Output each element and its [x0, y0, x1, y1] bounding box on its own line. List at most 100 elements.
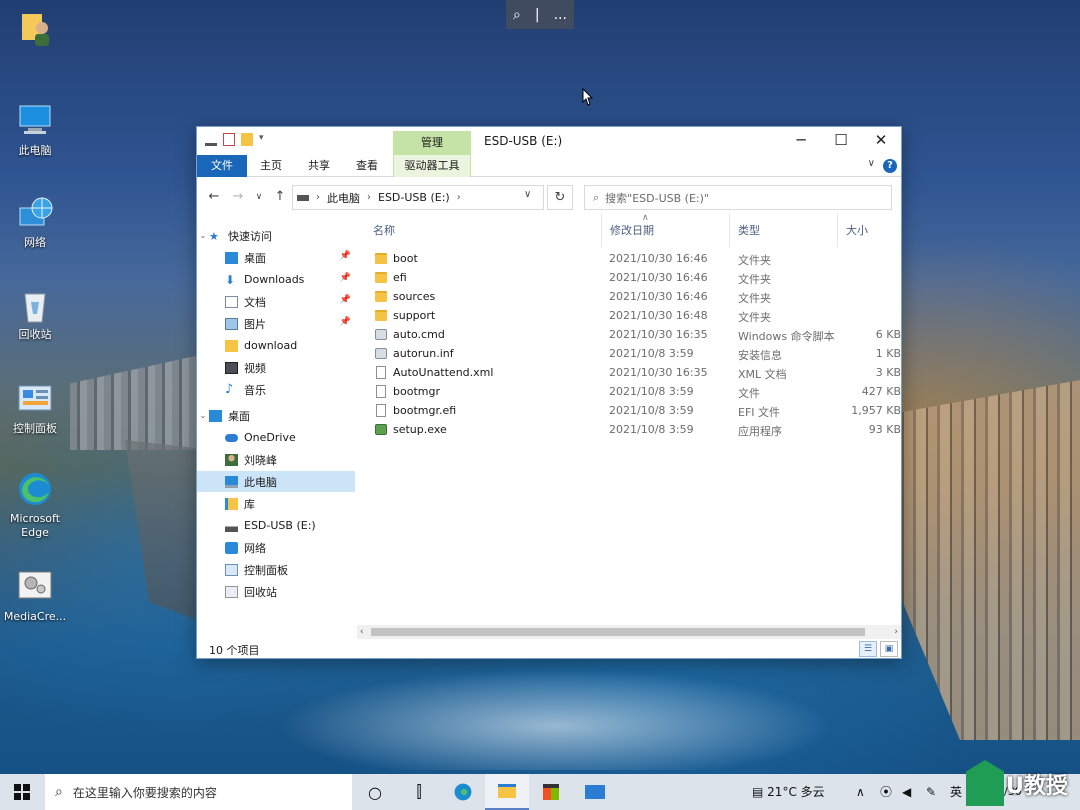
nav-label: 回收站	[244, 585, 277, 599]
nav-label: 桌面	[244, 251, 266, 265]
nav-item-user[interactable]: 刘晓峰	[197, 449, 355, 470]
expand-chevron-icon[interactable]: ⌄	[197, 411, 209, 420]
show-hidden-icons-button[interactable]: ∧	[856, 774, 865, 810]
file-type: XML 文档	[738, 368, 787, 381]
start-button[interactable]	[0, 774, 44, 810]
expand-chevron-icon[interactable]: ⌄	[197, 231, 209, 240]
table-row[interactable]: autorun.inf 2021/10/8 3:59 安装信息 1 KB	[357, 345, 901, 364]
weather-icon: ▤	[752, 785, 764, 799]
scroll-right-icon[interactable]: ›	[894, 625, 898, 639]
desktop-icon-this-pc[interactable]: 此电脑	[0, 102, 70, 158]
desktop-icon-label: Microsoft Edge	[9, 512, 61, 539]
table-row[interactable]: auto.cmd 2021/10/30 16:35 Windows 命令脚本 6 KB	[357, 326, 901, 345]
volume-icon[interactable]: ◀	[902, 774, 911, 810]
tab-share[interactable]: 共享	[301, 155, 337, 177]
star-icon: ★	[209, 229, 219, 243]
nav-item-recycle-bin[interactable]: 回收站	[197, 581, 355, 602]
table-row[interactable]: sources 2021/10/30 16:46 文件夹	[357, 288, 901, 307]
table-row[interactable]: bootmgr 2021/10/8 3:59 文件 427 KB	[357, 383, 901, 402]
tab-file[interactable]: 文件	[197, 155, 247, 177]
column-header-size[interactable]: 大小	[837, 213, 901, 247]
table-row[interactable]: bootmgr.efi 2021/10/8 3:59 EFI 文件 1,957 KB	[357, 402, 901, 421]
column-header-name[interactable]: 名称	[365, 213, 601, 247]
file-modified-date: 2021/10/30 16:46	[609, 252, 708, 265]
nav-item-videos[interactable]: 视频	[197, 357, 355, 378]
taskbar-search-box[interactable]: ⌕ 在这里输入你要搜索的内容	[45, 774, 352, 810]
table-row[interactable]: support 2021/10/30 16:48 文件夹	[357, 307, 901, 326]
nav-item-desktop[interactable]: 桌面 📌	[197, 247, 355, 268]
column-header-type[interactable]: 类型	[729, 213, 837, 247]
address-dropdown-icon[interactable]: ∨	[524, 189, 531, 200]
taskbar-store-button[interactable]	[529, 774, 573, 810]
details-view-button[interactable]: ☰	[859, 641, 877, 657]
nav-item-control-panel[interactable]: 控制面板	[197, 559, 355, 580]
drive-icon[interactable]	[205, 137, 217, 146]
back-button[interactable]: ←	[205, 188, 223, 206]
manage-contextual-tab-header[interactable]: 管理	[393, 131, 471, 155]
nav-item-desktop-root[interactable]: ⌄ 桌面	[197, 405, 355, 426]
breadcrumb-esd-usb[interactable]: ESD-USB (E:)	[378, 191, 450, 204]
zoom-icon[interactable]: ⌕	[513, 7, 521, 23]
address-bar[interactable]: › 此电脑 › ESD-USB (E:) ›	[292, 185, 544, 210]
more-options-button[interactable]: ...	[554, 7, 567, 23]
nav-item-pictures[interactable]: 图片 📌	[197, 313, 355, 334]
file-size: 427 KB	[861, 385, 901, 398]
table-row[interactable]: efi 2021/10/30 16:46 文件夹	[357, 269, 901, 288]
table-row[interactable]: AutoUnattend.xml 2021/10/30 16:35 XML 文档 3 …	[357, 364, 901, 383]
tab-drive-tools[interactable]: 驱动器工具	[393, 155, 471, 177]
table-row[interactable]: boot 2021/10/30 16:46 文件夹	[357, 250, 901, 269]
tab-view[interactable]: 查看	[349, 155, 385, 177]
toolbar-separator: |	[534, 6, 540, 23]
nav-item-libraries[interactable]: 库	[197, 493, 355, 514]
nav-item-documents[interactable]: 文档 📌	[197, 291, 355, 312]
breadcrumb-this-pc[interactable]: 此电脑	[327, 190, 360, 206]
file-icon	[376, 366, 386, 379]
help-button[interactable]: ?	[883, 159, 897, 173]
new-folder-icon[interactable]	[241, 133, 253, 146]
large-icons-view-button[interactable]: ▣	[880, 641, 898, 657]
taskbar-mail-button[interactable]	[573, 774, 617, 810]
refresh-button[interactable]: ↻	[547, 185, 573, 210]
qat-dropdown-icon[interactable]: ▾	[259, 133, 267, 146]
desktop-icon-user-folder[interactable]	[0, 10, 70, 52]
nav-label: OneDrive	[244, 431, 296, 444]
taskbar-file-explorer-button[interactable]	[485, 774, 529, 810]
forward-button[interactable]: →	[229, 188, 247, 206]
maximize-button[interactable]: ☐	[821, 127, 861, 155]
desktop-icon-control-panel[interactable]: 控制面板	[0, 380, 70, 436]
recycle-bin-icon	[225, 585, 238, 598]
ribbon-expand-chevron-icon[interactable]: ∨	[868, 158, 875, 169]
file-name: support	[393, 309, 436, 322]
nav-item-this-pc[interactable]: 此电脑	[197, 471, 355, 492]
nav-item-onedrive[interactable]: OneDrive	[197, 427, 355, 448]
recent-locations-dropdown[interactable]: ∨	[253, 188, 265, 206]
table-row[interactable]: setup.exe 2021/10/8 3:59 应用程序 93 KB	[357, 421, 901, 440]
tab-home[interactable]: 主页	[253, 155, 289, 177]
cortana-button[interactable]: ○	[353, 774, 397, 810]
minimize-button[interactable]: ─	[781, 127, 821, 155]
search-box[interactable]: ⌕ 搜索"ESD-USB (E:)"	[584, 185, 892, 210]
up-button[interactable]: ↑	[271, 188, 289, 206]
pen-icon[interactable]: ✎	[926, 774, 936, 810]
desktop-icon-media-creation[interactable]: MediaCre...	[0, 568, 70, 624]
nav-item-download-folder[interactable]: download	[197, 335, 355, 356]
nav-item-esd-usb[interactable]: ESD-USB (E:)	[197, 515, 355, 536]
nav-item-network[interactable]: 网络	[197, 537, 355, 558]
scroll-left-icon[interactable]: ‹	[360, 625, 364, 639]
network-status-icon[interactable]: ⦿	[880, 774, 892, 810]
nav-item-music[interactable]: ♪ 音乐	[197, 379, 355, 400]
desktop-icon-network[interactable]: 网络	[0, 194, 70, 250]
horizontal-scrollbar[interactable]: ‹ ›	[357, 625, 901, 639]
taskbar-edge-button[interactable]	[441, 774, 485, 810]
task-view-button[interactable]: ⫿	[397, 774, 441, 810]
desktop-icon-edge[interactable]: Microsoft Edge	[0, 470, 70, 540]
nav-item-quick-access[interactable]: ⌄ ★ 快速访问	[197, 225, 355, 246]
weather-widget[interactable]: ▤ 21°C 多云	[752, 774, 825, 810]
scrollbar-thumb[interactable]	[371, 628, 865, 636]
properties-check-icon[interactable]	[223, 133, 235, 146]
search-placeholder: 搜索"ESD-USB (E:)"	[605, 191, 709, 205]
column-header-date[interactable]: 修改日期	[601, 213, 729, 247]
close-button[interactable]: ✕	[861, 127, 901, 155]
nav-item-downloads[interactable]: ⬇ Downloads 📌	[197, 269, 355, 290]
desktop-icon-recycle-bin[interactable]: 回收站	[0, 286, 70, 342]
